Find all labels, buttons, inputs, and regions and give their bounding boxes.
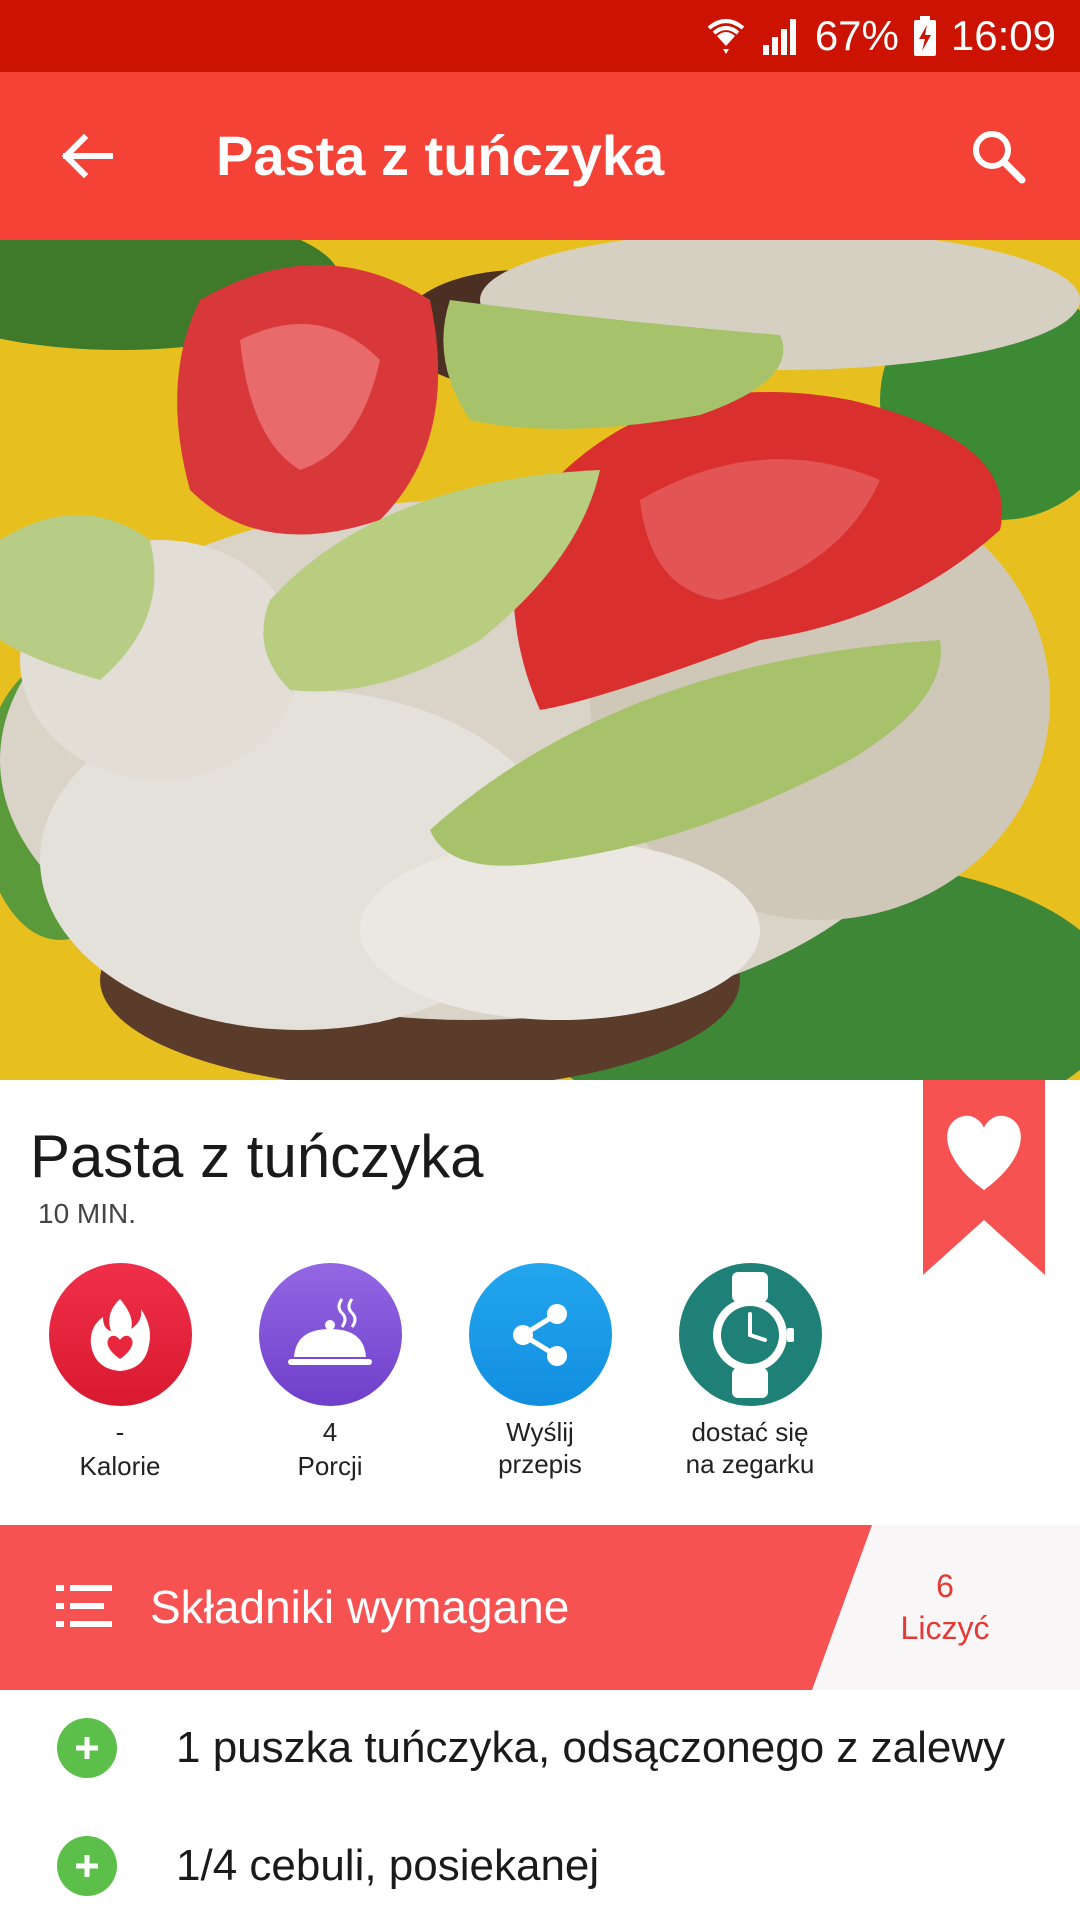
servings-action[interactable]: 4 Porcji <box>225 1263 435 1484</box>
watch-line1: dostać się <box>691 1417 809 1447</box>
calories-value: - <box>115 1417 125 1447</box>
recipe-photo <box>0 240 1080 1080</box>
add-ingredient-button[interactable] <box>57 1836 117 1896</box>
watch-line2: na zegarku <box>685 1449 815 1479</box>
ingredients-header: Składniki wymagane 6 Liczyć <box>0 1525 1080 1690</box>
send-recipe-line1: Wyślij <box>506 1417 574 1447</box>
status-bar: 67% 16:09 <box>0 0 1080 72</box>
ingredient-list: 1 puszka tuńczyka, odsączonego z zalewy … <box>0 1690 1080 1920</box>
calories-label: Kalorie <box>79 1451 161 1481</box>
calories-action[interactable]: - Kalorie <box>15 1263 225 1484</box>
watch-action[interactable]: dostać się na zegarku <box>645 1263 855 1480</box>
ingredients-count-button[interactable]: 6 Liczyć <box>860 1565 1030 1649</box>
ingredients-count-label: Liczyć <box>900 1610 990 1646</box>
recipe-title: Pasta z tuńczyka <box>30 1123 484 1190</box>
recipe-time: 10 MIN. <box>38 1198 137 1229</box>
search-button[interactable] <box>960 118 1036 194</box>
flame-heart-icon <box>48 1263 192 1406</box>
arrow-back-icon <box>61 133 113 179</box>
ingredients-count: 6 <box>936 1568 954 1604</box>
servings-value: 4 <box>322 1417 338 1447</box>
signal-icon <box>761 17 801 55</box>
back-button[interactable] <box>48 118 124 194</box>
send-recipe-action[interactable]: Wyślij przepis <box>435 1263 645 1480</box>
favorite-bookmark[interactable] <box>923 1080 1045 1275</box>
servings-label: Porcji <box>297 1451 363 1481</box>
send-recipe-line2: przepis <box>498 1449 582 1479</box>
plus-icon <box>76 1737 98 1759</box>
add-ingredient-button[interactable] <box>57 1718 117 1778</box>
page-title: Pasta z tuńczyka <box>216 124 665 187</box>
app-bar: Pasta z tuńczyka <box>0 72 1080 240</box>
battery-percent: 67% <box>814 12 899 59</box>
list-item[interactable]: 1 puszka tuńczyka, odsączonego z zalewy <box>0 1690 1080 1790</box>
ingredients-header-label: Składniki wymagane <box>150 1581 570 1633</box>
search-icon <box>973 131 1026 184</box>
list-icon <box>56 1585 112 1632</box>
battery-charging-icon <box>913 16 937 56</box>
share-icon <box>468 1263 612 1406</box>
clock-time: 16:09 <box>950 12 1056 59</box>
serving-cloche-icon <box>258 1263 402 1406</box>
watch-icon <box>678 1263 822 1406</box>
ingredient-text: 1 puszka tuńczyka, odsączonego z zalewy <box>176 1723 1006 1772</box>
list-item[interactable]: 1/4 cebuli, posiekanej <box>0 1808 1080 1908</box>
wifi-icon <box>705 16 747 56</box>
plus-icon <box>76 1855 98 1877</box>
ingredient-text: 1/4 cebuli, posiekanej <box>176 1841 600 1890</box>
action-row: - Kalorie 4 Porcji Wyślij przepis dostać… <box>0 1263 880 1493</box>
recipe-details: Pasta z tuńczyka 10 MIN. - Kalorie 4 Por… <box>0 1080 1080 1525</box>
